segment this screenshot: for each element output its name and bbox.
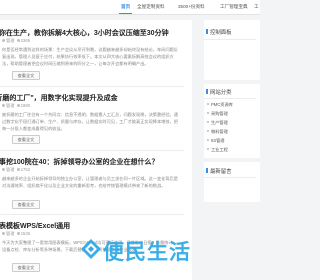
nav-item-factory-guide[interactable]: 工厂管理宝典 — [220, 0, 248, 14]
article-views: 1536 — [20, 231, 31, 236]
article-author: 管理 — [6, 231, 15, 236]
widget-title: 控制面板 — [206, 29, 232, 36]
top-navigation-bar: 首页 全屋定制资料 3500+份资料 工厂管理宝典 工 — [0, 0, 260, 15]
user-icon — [2, 39, 5, 43]
article-views: 2366 — [20, 38, 31, 43]
category-widget: 网站分类 PMC资源库 采购管理 生产管理 物料管理 5S管理 工业工程 — [204, 84, 260, 158]
nav-item-resources[interactable]: 3500+份资料 — [178, 0, 205, 14]
article-title[interactable]: "折磨的工厂"，用数字化实现提升及成金 — [0, 93, 118, 103]
article-views: 1752 — [20, 167, 31, 172]
user-icon — [2, 168, 5, 172]
eye-icon — [16, 168, 20, 172]
category-link-production[interactable]: 生产管理 — [207, 120, 228, 126]
nav-item-more[interactable]: 工 — [254, 0, 259, 14]
article-meta: 管理 1980 — [2, 103, 30, 109]
read-more-button[interactable]: 查看全文 — [12, 263, 40, 272]
article-author: 管理 — [6, 167, 15, 172]
divider — [0, 86, 184, 87]
category-link-5s[interactable]: 5S管理 — [207, 138, 225, 144]
divider — [0, 150, 184, 151]
read-more-button[interactable]: 查看全文 — [12, 200, 40, 209]
category-link-ie[interactable]: 工业工程 — [207, 147, 228, 153]
article-excerpt: 你是否经常遇到这样的场景：生产会议从早开到晚，议题越来越多却始终没有结论，车间问… — [2, 47, 178, 66]
diamond-logo-icon — [81, 239, 101, 259]
watermark-logo: 便民生活 — [80, 238, 220, 264]
article-title[interactable]: 想你在生产，教你拆解4大核心，3小时会议压缩至30分钟 — [0, 28, 169, 38]
recent-comments-widget: 最新留言 — [204, 162, 260, 202]
article-meta: 管理 2366 — [2, 38, 30, 44]
widget-divider — [204, 39, 256, 40]
article-meta: 管理 1536 — [2, 231, 30, 237]
article-views: 1980 — [20, 103, 31, 108]
user-icon — [2, 104, 5, 108]
watermark-text: 便民生活 — [103, 240, 191, 264]
divider — [0, 214, 184, 215]
article-title[interactable]: 下事挖100院在40：拆掉领导办公室的企业在想什么？ — [0, 157, 158, 167]
article-meta: 管理 1752 — [2, 167, 30, 173]
article-title[interactable]: 图表模板WPS/Excel通用 — [0, 221, 70, 231]
article-excerpt: 被折磨的工厂往往有一个共同点：信息不透明，数据靠人工汇总，问题发现晚，决策靠经验… — [2, 112, 178, 131]
widget-divider — [204, 177, 256, 178]
article-author: 管理 — [6, 103, 15, 108]
nav-item-home[interactable]: 首页 — [118, 0, 133, 14]
widget-divider — [204, 98, 256, 99]
user-icon — [2, 232, 5, 236]
widget-title: 最新留言 — [206, 168, 232, 175]
eye-icon — [16, 104, 20, 108]
nav-item-custom-furniture[interactable]: 全屋定制资料 — [137, 0, 165, 14]
category-link-pmc[interactable]: PMC资源库 — [207, 102, 233, 108]
eye-icon — [16, 39, 20, 43]
read-more-button[interactable]: 查看全文 — [12, 71, 40, 80]
category-link-purchasing[interactable]: 采购管理 — [207, 111, 228, 117]
category-link-materials[interactable]: 物料管理 — [207, 129, 228, 135]
article-author: 管理 — [6, 38, 15, 43]
read-more-button[interactable]: 查看全文 — [12, 135, 40, 144]
eye-icon — [16, 232, 20, 236]
control-panel-widget: 控制面板 — [204, 20, 260, 80]
article-excerpt: 越来越多的企业开始拆掉领导的独立办公室，让管理者与员工坐在同一片区域。这一变化背… — [2, 176, 178, 188]
widget-title: 网站分类 — [206, 89, 232, 96]
